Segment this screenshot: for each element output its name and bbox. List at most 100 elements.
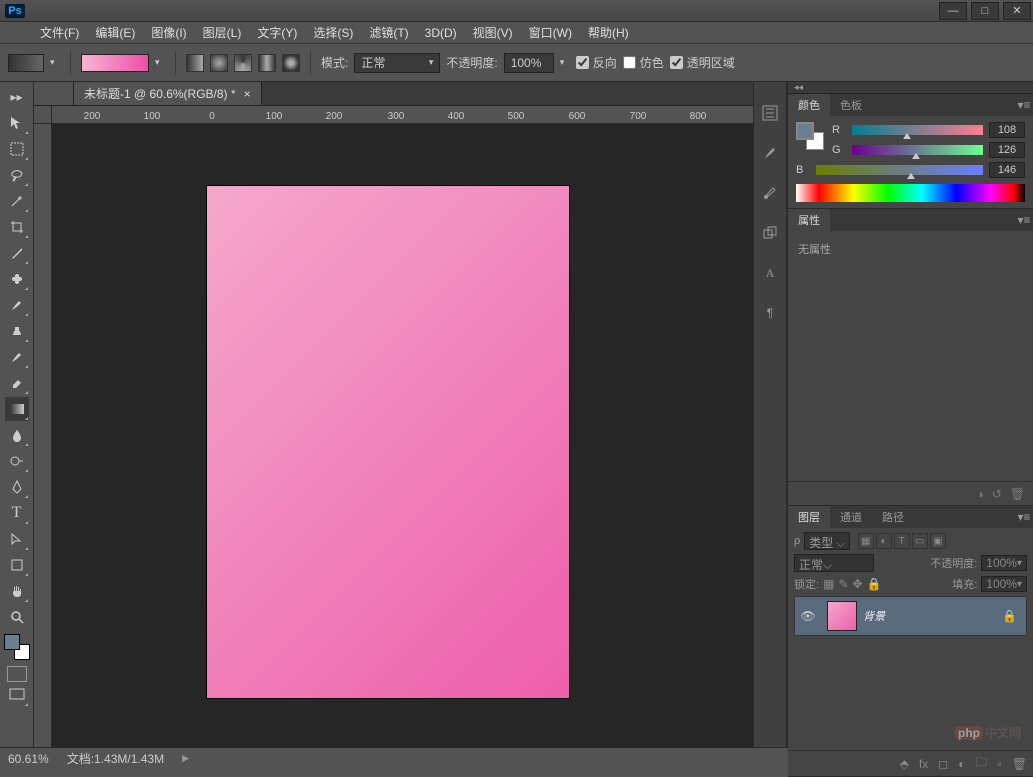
panel-menu-icon[interactable]: ▾≡ [1015,506,1033,528]
path-selection-tool[interactable] [5,527,29,551]
dither-checkbox[interactable]: 仿色 [623,54,664,71]
layer-style-icon[interactable]: fx [919,757,928,771]
menu-view[interactable]: 视图(V) [465,21,521,44]
screen-mode-icon[interactable] [5,683,29,707]
color-spectrum[interactable] [796,184,1025,202]
panel-menu-icon[interactable]: ▾≡ [1015,209,1033,231]
tab-paths[interactable]: 路径 [872,506,914,528]
move-tool[interactable] [5,111,29,135]
link-layers-icon[interactable]: ⬘ [900,757,909,771]
adjustment-layer-icon[interactable]: ◐ [958,757,965,771]
gradient-tool[interactable] [5,397,29,421]
paragraph-panel-icon[interactable]: ¶ [759,302,781,324]
minimize-button[interactable]: — [939,2,967,20]
type-tool[interactable]: T [5,501,29,525]
history-brush-tool[interactable] [5,345,29,369]
menu-3d[interactable]: 3D(D) [417,23,465,43]
status-menu-icon[interactable]: ▶ [182,753,189,764]
reverse-checkbox[interactable]: 反向 [576,54,617,71]
foreground-background-colors[interactable] [4,634,30,660]
fill-input[interactable]: 100% ▾ [981,576,1027,592]
layer-row[interactable]: 👁 背景 🔒 [794,596,1027,636]
menu-edit[interactable]: 编辑(E) [87,21,143,44]
tab-color[interactable]: 颜色 [788,94,830,116]
foreground-color-swatch[interactable] [4,634,20,650]
canvas-viewport[interactable]: 200 100 0 100 200 300 400 500 600 700 80… [34,106,753,747]
transparency-checkbox[interactable]: 透明区域 [670,54,735,71]
filter-shape-icon[interactable]: ▭ [912,533,928,549]
close-tab-icon[interactable]: × [244,87,251,101]
eyedropper-tool[interactable] [5,241,29,265]
blend-mode-select[interactable]: 正常⌵ [794,554,874,572]
history-panel-icon[interactable] [759,102,781,124]
menu-help[interactable]: 帮助(H) [580,21,637,44]
pen-tool[interactable] [5,475,29,499]
opacity-input[interactable]: 100% [504,53,554,73]
hand-tool[interactable] [5,579,29,603]
maximize-button[interactable]: □ [971,2,999,20]
filter-type-select[interactable]: 类型 ⌵ [804,532,849,550]
layer-opacity-input[interactable]: 100% ▾ [981,555,1027,571]
menu-window[interactable]: 窗口(W) [521,21,580,44]
menu-filter[interactable]: 滤镜(T) [361,21,416,44]
healing-brush-tool[interactable] [5,267,29,291]
blend-mode-select[interactable]: 正常▾ [354,53,440,73]
b-slider[interactable] [816,165,983,175]
filter-smart-icon[interactable]: ▣ [930,533,946,549]
trash-icon[interactable]: 🗑 [1010,487,1025,501]
color-swatch-pair[interactable] [796,122,824,150]
tab-layers[interactable]: 图层 [788,506,830,528]
tool-preset-picker[interactable] [8,54,44,72]
character-panel-icon[interactable]: A [759,262,781,284]
visibility-toggle-icon[interactable]: 👁 [795,609,821,623]
filter-adjust-icon[interactable]: ◐ [876,533,892,549]
tab-arrange-icon[interactable] [34,82,74,105]
filter-pixel-icon[interactable]: ▦ [858,533,874,549]
group-icon[interactable]: 🗀 [975,753,987,774]
close-button[interactable]: ✕ [1003,2,1031,20]
menu-file[interactable]: 文件(F) [32,21,87,44]
lock-transparency-icon[interactable]: ▦ [823,577,834,591]
clone-stamp-tool[interactable] [5,319,29,343]
chevron-down-icon[interactable]: ▾ [50,57,60,68]
collapse-panels-icon[interactable]: ◂◂ [788,82,1033,94]
clone-source-icon[interactable] [759,222,781,244]
fg-color-swatch[interactable] [796,122,814,140]
layer-thumbnail[interactable] [827,601,857,631]
vertical-ruler[interactable] [34,124,52,747]
tab-swatches[interactable]: 色板 [830,94,872,116]
crop-tool[interactable] [5,215,29,239]
dodge-tool[interactable] [5,449,29,473]
filter-type-icon[interactable]: T [894,533,910,549]
gradient-reflected-icon[interactable] [258,54,276,72]
lock-pixels-icon[interactable]: ✎ [838,577,848,591]
chevron-down-icon[interactable]: ▾ [155,57,165,68]
lock-position-icon[interactable]: ✥ [852,577,862,591]
b-input[interactable] [989,162,1025,178]
gradient-radial-icon[interactable] [210,54,228,72]
canvas-artboard[interactable] [207,186,569,698]
menu-image[interactable]: 图像(I) [143,21,194,44]
gradient-diamond-icon[interactable] [282,54,300,72]
layer-mask-icon[interactable]: ◻ [938,757,948,771]
ruler-origin[interactable] [34,106,52,124]
tab-properties[interactable]: 属性 [788,209,830,231]
gradient-linear-icon[interactable] [186,54,204,72]
menu-type[interactable]: 文字(Y) [249,21,305,44]
g-input[interactable] [989,142,1025,158]
r-input[interactable] [989,122,1025,138]
doc-info[interactable]: 文档:1.43M/1.43M [67,750,164,767]
quick-mask-toggle[interactable] [7,666,27,682]
lock-all-icon[interactable]: 🔒 [867,577,882,591]
reset-icon[interactable]: ↺ [992,487,1002,501]
chevron-down-icon[interactable]: ▾ [560,57,570,68]
rectangle-tool[interactable] [5,553,29,577]
brush-tool[interactable] [5,293,29,317]
horizontal-ruler[interactable]: 200 100 0 100 200 300 400 500 600 700 80… [52,106,753,124]
delete-layer-icon[interactable]: 🗑 [1012,757,1027,771]
brush-settings-icon[interactable] [759,182,781,204]
blur-tool[interactable] [5,423,29,447]
gradient-picker[interactable] [81,54,149,72]
clip-icon[interactable]: ◑ [976,487,983,501]
zoom-tool[interactable] [5,605,29,629]
